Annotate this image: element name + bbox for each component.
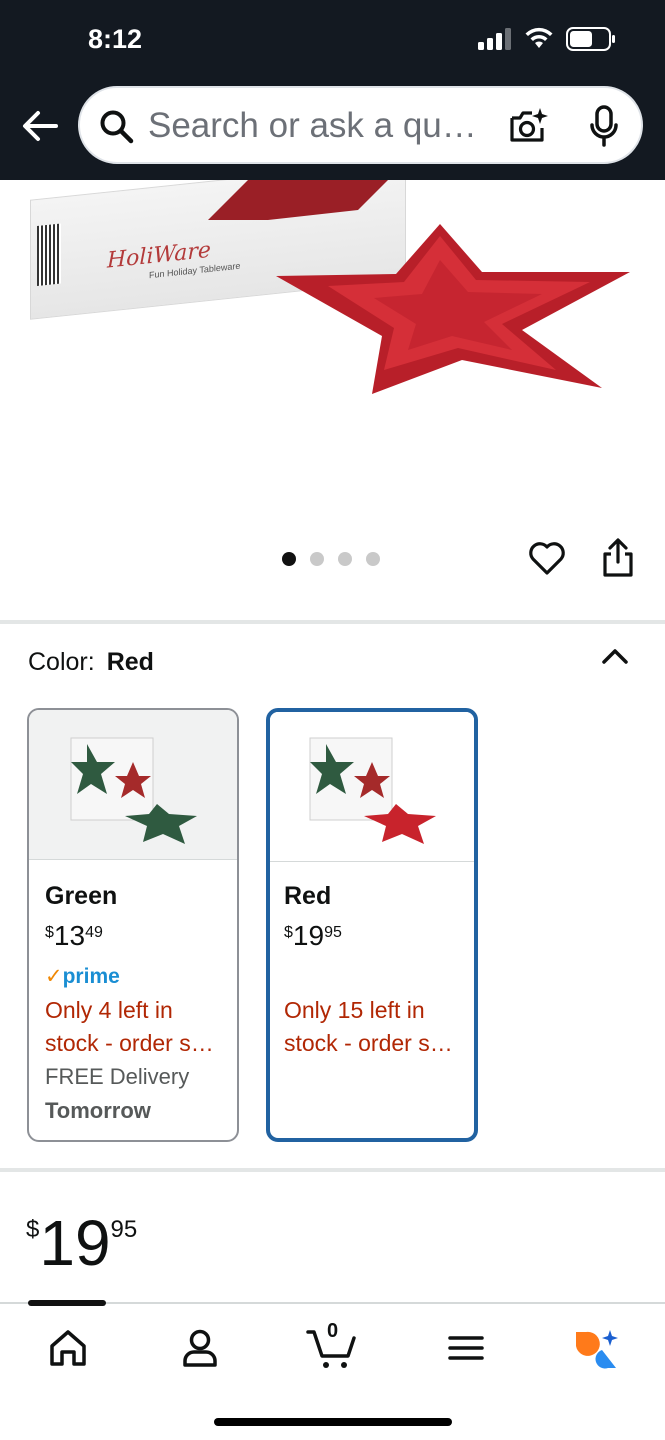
stock-line-1: Only 15 left in bbox=[284, 997, 425, 1023]
swatch-thumbnail bbox=[29, 710, 237, 860]
delivery-day: Tomorrow bbox=[45, 1098, 151, 1123]
price-currency: $ bbox=[45, 924, 54, 941]
heart-icon[interactable] bbox=[528, 540, 566, 576]
carousel-dot[interactable] bbox=[310, 552, 324, 566]
delivery-label: FREE Delivery bbox=[45, 1064, 190, 1089]
wifi-icon bbox=[525, 27, 553, 48]
color-selector-label: Color: Red bbox=[28, 648, 154, 677]
stock-warning: Only 15 left in stock - order soon. bbox=[284, 994, 464, 1060]
barcode-graphic bbox=[37, 223, 61, 287]
section-divider bbox=[0, 1168, 665, 1172]
carousel-dot[interactable] bbox=[338, 552, 352, 566]
option-price: $1995 bbox=[284, 920, 342, 952]
stock-line-2: stock - order soon. bbox=[284, 1030, 464, 1056]
price-fraction: 95 bbox=[110, 1216, 138, 1243]
microphone-icon[interactable] bbox=[588, 104, 620, 148]
color-option-red[interactable]: Red $1995 Only 15 left in stock - order … bbox=[266, 708, 478, 1142]
account-icon[interactable] bbox=[180, 1328, 220, 1368]
status-time: 8:12 bbox=[88, 24, 143, 54]
bottom-navigation: 0 bbox=[0, 1300, 665, 1440]
stock-line-1: Only 4 left in bbox=[45, 997, 173, 1023]
red-dish-set-image bbox=[309, 737, 436, 844]
price-currency: $ bbox=[284, 924, 293, 941]
price-whole: 19 bbox=[39, 1207, 111, 1279]
battery-icon bbox=[566, 27, 615, 51]
swatch-thumbnail bbox=[270, 712, 474, 862]
prime-label: prime bbox=[62, 965, 120, 988]
price-fraction: 49 bbox=[85, 924, 103, 941]
cellular-signal-icon bbox=[478, 28, 511, 50]
color-option-green[interactable]: Green $1349 ✓prime Only 4 left in stock … bbox=[27, 708, 239, 1142]
product-price: $1995 bbox=[26, 1206, 137, 1280]
home-icon[interactable] bbox=[48, 1328, 88, 1368]
cart-count: 0 bbox=[327, 1320, 339, 1342]
option-name: Green bbox=[45, 882, 118, 910]
price-fraction: 95 bbox=[324, 924, 342, 941]
stock-warning: Only 4 left in stock - order soon. bbox=[45, 994, 225, 1060]
stock-line-2: stock - order soon. bbox=[45, 1030, 225, 1056]
search-input[interactable]: Search or ask a question bbox=[148, 106, 478, 146]
color-label: Color: bbox=[28, 648, 95, 676]
chevron-up-icon[interactable] bbox=[600, 644, 630, 668]
app-header: 8:12 Search or ask a question bbox=[0, 0, 665, 180]
rufus-assistant-icon[interactable] bbox=[572, 1328, 618, 1370]
prime-check-icon: ✓ bbox=[45, 965, 63, 988]
active-tab-indicator bbox=[28, 1300, 106, 1306]
option-name: Red bbox=[284, 882, 332, 910]
search-icon bbox=[100, 110, 134, 144]
section-divider bbox=[0, 620, 665, 624]
price-whole: 13 bbox=[53, 920, 86, 951]
share-icon[interactable] bbox=[600, 538, 636, 578]
prime-badge: ✓prime bbox=[45, 964, 120, 989]
red-star-dish-image bbox=[276, 224, 630, 394]
price-whole: 19 bbox=[292, 920, 325, 951]
home-indicator bbox=[214, 1418, 452, 1426]
back-arrow-icon[interactable] bbox=[18, 104, 62, 148]
price-currency: $ bbox=[26, 1216, 40, 1243]
camera-search-icon[interactable] bbox=[508, 106, 548, 146]
option-price: $1349 bbox=[45, 920, 103, 952]
carousel-indicator bbox=[282, 552, 380, 566]
selected-color-value: Red bbox=[106, 648, 154, 676]
green-dish-set-image bbox=[70, 737, 197, 844]
carousel-dot[interactable] bbox=[282, 552, 296, 566]
search-bar[interactable]: Search or ask a question bbox=[78, 86, 643, 164]
menu-icon[interactable] bbox=[446, 1328, 486, 1368]
carousel-dot[interactable] bbox=[366, 552, 380, 566]
